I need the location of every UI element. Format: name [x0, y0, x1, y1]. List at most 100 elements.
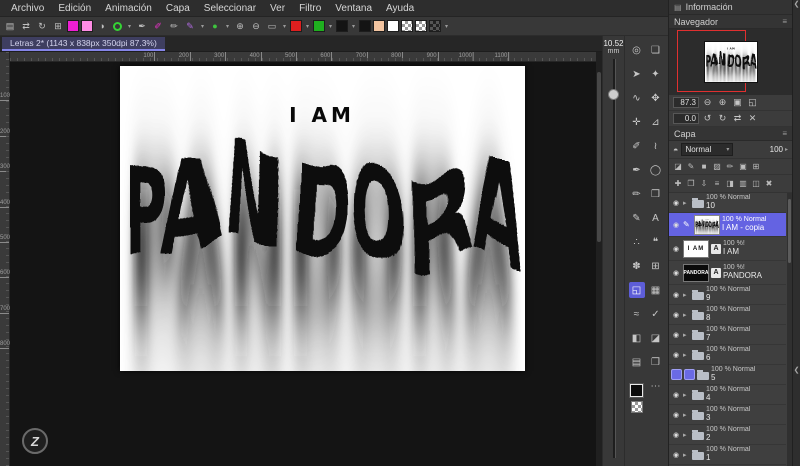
clip-to-layer-icon[interactable]: ◪ [672, 161, 684, 173]
layer-row-3[interactable]: ◉▸100 % Normal3 [669, 405, 786, 425]
airbrush-tool[interactable]: ∴ [629, 234, 645, 250]
folder-expand-icon[interactable]: ▸ [683, 431, 690, 439]
lock-alpha-icon[interactable]: ▨ [711, 161, 723, 173]
blend-tool[interactable]: ≈ [629, 306, 645, 322]
remove-selection-icon[interactable]: ⊖ [249, 19, 263, 33]
zoom-value-box[interactable]: 87.3 [673, 97, 699, 108]
transform-tool[interactable]: ✥ [648, 90, 664, 106]
visibility-eye-icon[interactable]: ◉ [671, 331, 681, 339]
eraser-tool[interactable]: ◱ [629, 282, 645, 298]
folder-expand-icon[interactable]: ▸ [683, 199, 690, 207]
canvas-scrollbar[interactable] [596, 52, 602, 466]
rotate-view-icon[interactable]: ↻ [35, 19, 49, 33]
navigator-tab[interactable]: Navegador ≡ [669, 15, 792, 29]
visibility-eye-icon[interactable]: ◉ [671, 431, 681, 439]
layer-row-4[interactable]: ◉▸100 % Normal4 [669, 385, 786, 405]
visibility-eye-icon[interactable]: ◉ [671, 391, 681, 399]
document-canvas[interactable] [120, 66, 525, 371]
decoration-tool[interactable]: ✽ [629, 258, 645, 274]
layer-menu-icon[interactable]: ≡ [782, 129, 787, 138]
paper-chip-black[interactable] [359, 20, 371, 32]
red-chip-caret-icon[interactable]: ▾ [304, 23, 311, 30]
new-layer-icon[interactable]: ✚ [672, 178, 684, 190]
figure-tool[interactable]: ◯ [648, 162, 664, 178]
menu-archivo[interactable]: Archivo [4, 2, 51, 15]
delete-layer-icon[interactable]: ✖ [763, 178, 775, 190]
visibility-eye-icon[interactable]: ◉ [671, 199, 681, 207]
info-palette-header[interactable]: ▤ Información [669, 0, 792, 15]
fit-screen-icon[interactable]: ▣ [731, 96, 744, 109]
paper-chip-checker-1[interactable] [401, 20, 413, 32]
zoom-tool[interactable]: ◎ [629, 42, 645, 58]
add-selection-icon[interactable]: ⊕ [233, 19, 247, 33]
menu-capa[interactable]: Capa [159, 2, 197, 15]
menu-seleccionar[interactable]: Seleccionar [197, 2, 263, 15]
layer-row-i-am-copia[interactable]: ◉✎100 % NormalI AM - copia [669, 213, 786, 237]
draft-layer-icon[interactable]: ✏ [724, 161, 736, 173]
folder-expand-icon[interactable]: ▸ [683, 311, 690, 319]
flip-horizontal-icon[interactable]: ⇄ [731, 112, 744, 125]
divide-frame-icon[interactable]: ◫ [750, 178, 762, 190]
marker-icon[interactable]: ✐ [151, 19, 165, 33]
pen-icon[interactable]: ✒ [135, 19, 149, 33]
round-brush-caret-icon[interactable]: ▾ [224, 23, 231, 30]
zoom-out-icon[interactable]: ⊖ [701, 96, 714, 109]
layer-row-5[interactable]: 100 % Normal5 [669, 365, 786, 385]
layer-scrollbar-thumb[interactable] [788, 199, 791, 263]
pencil-icon[interactable]: ✏ [167, 19, 181, 33]
palette-color-icon[interactable]: ▣ [737, 161, 749, 173]
page-tool[interactable]: ❐ [648, 354, 664, 370]
active-brush-tip-icon[interactable] [113, 22, 122, 31]
operation-tool[interactable]: ➤ [629, 66, 645, 82]
layer-row-pandora[interactable]: ◉PANDORAA100 %!PANDORA [669, 261, 786, 285]
ruler-tool[interactable]: ⊞ [648, 258, 664, 274]
menu-ventana[interactable]: Ventana [328, 2, 379, 15]
collapse-dock-icon[interactable]: ❮ [794, 366, 800, 376]
navigator-menu-icon[interactable]: ≡ [782, 17, 787, 26]
merge-down-icon[interactable]: ≡ [711, 178, 723, 190]
move-tool[interactable]: ✛ [629, 114, 645, 130]
layer-row-1[interactable]: ◉▸100 % Normal1 [669, 445, 786, 465]
transfer-down-icon[interactable]: ⇩ [698, 178, 710, 190]
visibility-eye-icon[interactable]: ◉ [671, 245, 681, 253]
paper-chip-checker-2[interactable] [415, 20, 427, 32]
airbrush-icon[interactable]: ✎ [183, 19, 197, 33]
correction-tool[interactable]: ✓ [648, 306, 664, 322]
fill-tool[interactable]: ◧ [629, 330, 645, 346]
menu-animacion[interactable]: Animación [98, 2, 159, 15]
gradient-tool[interactable]: ▤ [629, 354, 645, 370]
paper-caret-icon[interactable]: ▾ [443, 23, 450, 30]
opacity-control[interactable]: 100 ▸ [770, 145, 788, 154]
zoom-in-icon[interactable]: ⊕ [716, 96, 729, 109]
eyedropper-tool[interactable]: ✐ [629, 138, 645, 154]
brush-tip-caret-icon[interactable]: ▾ [126, 23, 133, 30]
navigator-preview-area[interactable] [669, 29, 792, 95]
main-color-swatch[interactable] [630, 384, 643, 397]
curve-tool[interactable]: ≀ [648, 138, 664, 154]
color-chip-black[interactable] [336, 20, 348, 32]
rect-select-icon[interactable]: ▭ [265, 19, 279, 33]
brush-size-slider[interactable] [603, 59, 624, 466]
folder-expand-icon[interactable]: ▸ [683, 331, 690, 339]
workspace-icon[interactable]: ▤ [3, 19, 17, 33]
visibility-eye-icon[interactable]: ◉ [671, 351, 681, 359]
transparent-color-swatch[interactable] [631, 401, 643, 413]
folder-expand-icon[interactable]: ▸ [683, 411, 690, 419]
menu-edicion[interactable]: Edición [51, 2, 98, 15]
actual-size-icon[interactable]: ◱ [746, 96, 759, 109]
create-mask-icon[interactable]: ◨ [724, 178, 736, 190]
visibility-eye-icon[interactable]: ◉ [671, 291, 681, 299]
color-chip-green[interactable] [313, 20, 325, 32]
blend-mode-icon[interactable]: ◑ [95, 19, 109, 33]
reset-rotation-icon[interactable]: ✕ [746, 112, 759, 125]
paper-chip-white[interactable] [387, 20, 399, 32]
folder-expand-icon[interactable]: ▸ [683, 391, 690, 399]
rotation-value-box[interactable]: 0.0 [673, 113, 699, 124]
frame-tool[interactable]: ❒ [648, 186, 664, 202]
selection-tool[interactable]: ❏ [648, 42, 664, 58]
brush-tool[interactable]: ✎ [629, 210, 645, 226]
rotate-right-icon[interactable]: ↻ [716, 112, 729, 125]
layer-row-2[interactable]: ◉▸100 % Normal2 [669, 425, 786, 445]
canvas-stage[interactable]: Z [10, 62, 596, 466]
document-tab[interactable]: Letras 2* (1143 x 838px 350dpi 87.3%) [2, 37, 165, 51]
